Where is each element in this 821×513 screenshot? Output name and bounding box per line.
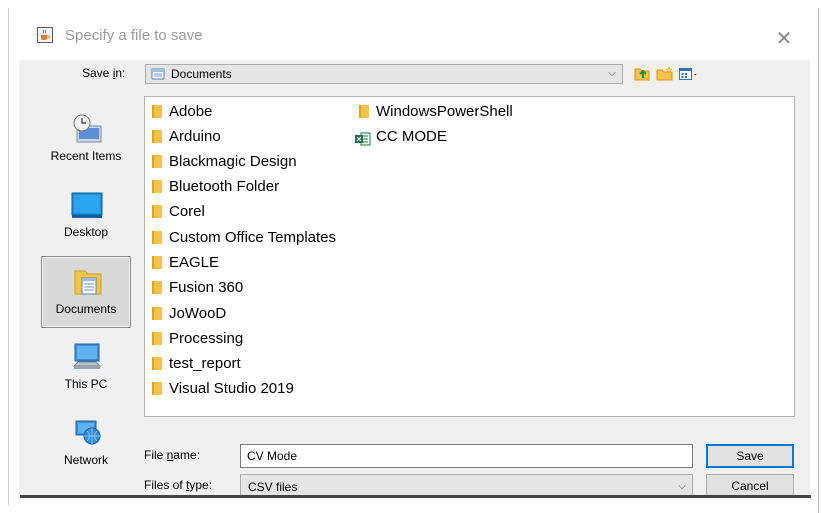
file-list[interactable]: Adobe Arduino Blackmagic Design Bluetoot…	[144, 96, 795, 417]
place-label: Network	[63, 453, 108, 467]
save-in-value: Documents	[171, 67, 232, 81]
documents-folder-icon	[151, 67, 165, 84]
place-documents[interactable]: Documents	[41, 256, 131, 328]
dialog-body: Save in: Documents ⌵ Recent Items Deskto…	[19, 60, 810, 498]
java-cup-icon	[37, 27, 53, 43]
folder-icon	[152, 332, 162, 346]
folder-icon	[152, 382, 162, 396]
place-label: Desktop	[63, 225, 109, 239]
page-edge-right	[818, 8, 819, 513]
folder-icon	[359, 105, 369, 119]
chevron-down-icon[interactable]: ⌵	[674, 478, 690, 496]
new-folder-icon[interactable]	[655, 65, 675, 83]
place-label: Recent Items	[50, 149, 122, 163]
documents-icon	[71, 265, 105, 299]
folder-icon	[152, 105, 162, 119]
recent-items-icon	[70, 112, 104, 146]
place-recent-items[interactable]: Recent Items	[41, 104, 131, 176]
folder-icon	[152, 357, 162, 371]
excel-file-icon	[355, 129, 371, 146]
up-one-level-icon[interactable]	[632, 65, 652, 83]
places-bar: Recent Items Desktop Documents This PC N…	[41, 96, 135, 496]
file-type-value: CSV files	[248, 480, 298, 494]
this-pc-icon	[70, 340, 104, 374]
view-menu-icon[interactable]	[678, 65, 700, 83]
file-name-label: File name:	[144, 448, 201, 462]
file-name-input[interactable]	[240, 444, 693, 468]
save-button[interactable]: Save	[706, 444, 794, 468]
title-bar: Specify a file to save ✕	[19, 16, 810, 60]
folder-icon	[152, 155, 162, 169]
file-type-label: Files of type:	[144, 478, 213, 492]
network-icon	[70, 416, 104, 450]
close-button[interactable]: ✕	[768, 24, 800, 52]
dialog-bottom-edge	[20, 495, 811, 498]
folder-icon	[152, 256, 162, 270]
folder-icon	[152, 231, 162, 245]
place-desktop[interactable]: Desktop	[41, 180, 131, 252]
place-label: This PC	[64, 377, 108, 391]
window-title: Specify a file to save	[65, 27, 203, 44]
place-network[interactable]: Network	[41, 408, 131, 480]
chevron-down-icon[interactable]: ⌵	[604, 65, 620, 83]
folder-icon	[152, 130, 162, 144]
folder-icon	[152, 307, 162, 321]
folder-icon	[152, 281, 162, 295]
save-in-label: Save in:	[82, 66, 126, 80]
place-label: Documents	[55, 302, 117, 316]
folder-icon	[152, 205, 162, 219]
page-edge-left	[8, 8, 9, 505]
folder-icon	[152, 180, 162, 194]
save-dialog: Specify a file to save ✕ Save in: Docume…	[19, 16, 810, 498]
place-this-pc[interactable]: This PC	[41, 332, 131, 404]
desktop-icon	[70, 188, 104, 222]
save-in-combo[interactable]: Documents ⌵	[145, 64, 623, 84]
